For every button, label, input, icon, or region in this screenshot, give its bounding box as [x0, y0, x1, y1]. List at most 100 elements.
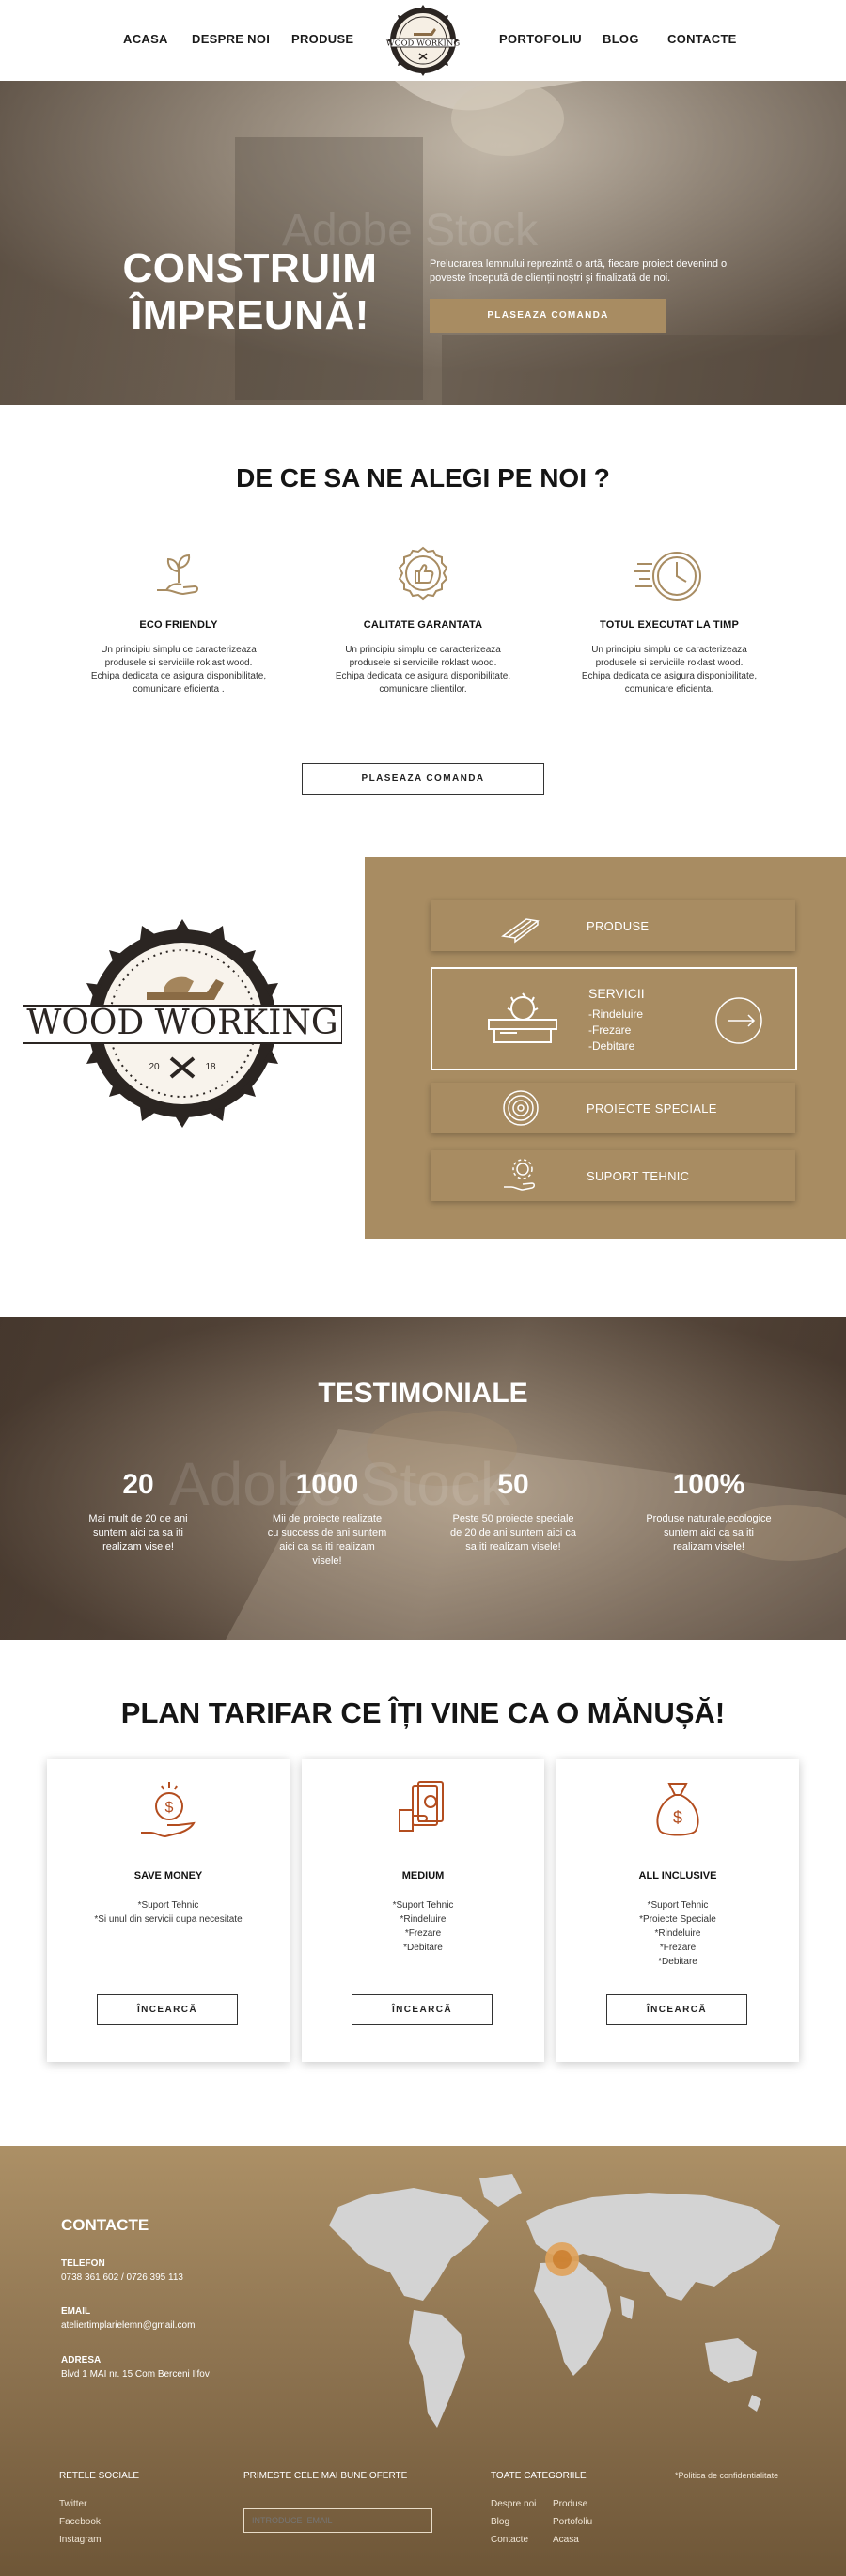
feature-quality: CALITATE GARANTATA Un principiu simplu c…	[320, 543, 526, 696]
footer-link-acasa[interactable]: Acasa	[553, 2535, 579, 2545]
saw-blade-logo-icon: WOOD WORKING	[386, 5, 460, 76]
planks-icon	[501, 918, 540, 944]
money-hand-icon: $	[141, 1782, 196, 1838]
cash-hand-icon	[399, 1781, 444, 1832]
nav-produse[interactable]: PRODUSE	[291, 32, 353, 46]
plan-name: SAVE MONEY	[133, 1870, 203, 1881]
service-suport-tehnic[interactable]: SUPORT TEHNIC	[431, 1150, 795, 1201]
svg-text:$: $	[673, 1808, 682, 1827]
pricing-title: PLAN TARIFAR CE ÎȚI VINE CA O MĂNUȘĂ!	[120, 1696, 726, 1729]
footer-link-despre-noi[interactable]: Despre noi	[491, 2499, 536, 2509]
stat-text: Mii de proiecte realizate cu success de a…	[267, 1513, 387, 1567]
service-sublist: -Rindeluire -Frezare -Debitare	[588, 1007, 643, 1054]
categories-title: TOATE CATEGORIILE	[491, 2471, 587, 2481]
social-twitter-link[interactable]: Twitter	[59, 2499, 86, 2509]
fast-clock-icon	[634, 552, 701, 601]
logo-year-left: 20	[149, 1062, 160, 1072]
pricing-card-save-money: $ SAVE MONEY *Suport Tehnic *Si unul din …	[47, 1759, 290, 2062]
try-plan-button[interactable]: ÎNCEARCĂ	[352, 1994, 493, 2025]
footer-contacts-title: CONTACTE	[61, 2216, 149, 2234]
footer-link-contacte[interactable]: Contacte	[491, 2535, 528, 2545]
header-logo[interactable]: WOOD WORKING	[385, 5, 461, 76]
header-logo-text: WOOD WORKING	[386, 39, 460, 49]
nav-contacte[interactable]: CONTACTE	[667, 32, 737, 46]
hero-banner: Adobe Stock CONSTRUIM ÎMPREUNĂ! Prelucra…	[0, 81, 846, 405]
phone-label: TELEFON	[61, 2258, 105, 2269]
service-sub-item: -Frezare	[588, 1023, 632, 1037]
plan-features: *Suport Tehnic *Proiecte Speciale *Rindelu…	[639, 1900, 716, 1967]
plan-features: *Suport Tehnic *Rindeluire *Frezare *Debita…	[392, 1900, 454, 1953]
large-logo: WOOD WORKING 20 18	[22, 919, 343, 1128]
feature-description: Un principiu simplu ce caracterizeaza pro…	[581, 645, 758, 695]
service-proiecte-speciale[interactable]: PROIECTE SPECIALE	[431, 1083, 795, 1133]
service-servicii[interactable]: SERVICII -Rindeluire -Frezare -Debitare	[431, 967, 797, 1070]
feature-description: Un principiu simplu ce caracterizeaza pro…	[90, 645, 267, 695]
footer: CONTACTE TELEFON 0738 361 602 / 0726 395…	[0, 2146, 846, 2576]
hero-title-line-1: CONSTRUIM	[122, 245, 378, 291]
feature-title: TOTUL EXECUTAT LA TIMP	[599, 619, 739, 631]
hero-title-line-2: ÎMPREUNĂ!	[131, 292, 369, 338]
stat-projects: 1000 Mii de proiecte realizate cu success…	[243, 1469, 412, 1569]
footer-link-portofoliu[interactable]: Portofoliu	[553, 2517, 592, 2527]
plan-name: MEDIUM	[401, 1870, 445, 1881]
address-value: Blvd 1 MAI nr. 15 Com Berceni Ilfov	[61, 2369, 210, 2380]
testimonials-title: TESTIMONIALE	[318, 1378, 528, 1409]
nav-despre-noi[interactable]: DESPRE NOI	[192, 32, 270, 46]
feature-on-time: TOTUL EXECUTAT LA TIMP Un principiu simp…	[566, 543, 773, 696]
top-navigation: ACASA DESPRE NOI PRODUSE WOOD WORKING PO…	[0, 0, 846, 81]
stat-natural: 100% Produse naturale,ecologice suntem ai…	[624, 1469, 793, 1554]
plan-name: ALL INCLUSIVE	[638, 1870, 717, 1881]
why-us-title: DE CE SA NE ALEGI PE NOI ?	[236, 463, 610, 492]
nav-blog[interactable]: BLOG	[603, 32, 639, 46]
feature-eco-friendly: ECO FRIENDLY Un principiu simplu ce cara…	[75, 543, 282, 696]
plant-hand-icon	[157, 554, 198, 596]
privacy-policy-link[interactable]: *Politica de confidentialitate	[675, 2471, 778, 2480]
saw-table-icon	[488, 992, 557, 1043]
nav-portofoliu[interactable]: PORTOFOLIU	[499, 32, 582, 46]
service-produse[interactable]: PRODUSE	[431, 900, 795, 951]
social-instagram-link[interactable]: Instagram	[59, 2535, 101, 2545]
arrow-right-circle-icon[interactable]	[711, 992, 767, 1049]
service-sub-item: -Rindeluire	[588, 1007, 644, 1021]
footer-link-produse[interactable]: Produse	[553, 2499, 588, 2509]
try-plan-button[interactable]: ÎNCEARCĂ	[606, 1994, 747, 2025]
place-order-button[interactable]: PLASEAZA COMANDA	[430, 299, 666, 333]
world-map-image	[329, 2174, 780, 2428]
wood-rings-icon	[503, 1090, 539, 1126]
place-order-outline-button[interactable]: PLASEAZA COMANDA	[302, 763, 544, 795]
nav-acasa[interactable]: ACASA	[123, 32, 168, 46]
service-label: SERVICII	[588, 986, 645, 1001]
phone-value[interactable]: 0738 361 602 / 0726 395 113	[61, 2272, 183, 2283]
hero-title: CONSTRUIM ÎMPREUNĂ!	[118, 245, 382, 339]
stat-number: 20	[122, 1469, 154, 1500]
try-plan-button[interactable]: ÎNCEARCĂ	[97, 1994, 238, 2025]
pricing-card-medium: MEDIUM *Suport Tehnic *Rindeluire *Frezare…	[302, 1759, 544, 2062]
newsletter-title: PRIMESTE CELE MAI BUNE OFERTE	[243, 2471, 408, 2481]
feature-title: CALITATE GARANTATA	[363, 619, 483, 631]
hero-description: Prelucrarea lemnului reprezintă o artă, …	[430, 258, 728, 284]
stat-text: Peste 50 proiecte speciale de 20 de ani s…	[450, 1513, 576, 1553]
service-label: SUPORT TEHNIC	[587, 1169, 690, 1183]
stat-special-projects: 50 Peste 50 proiecte speciale de 20 de an…	[429, 1469, 598, 1554]
email-value[interactable]: ateliertimplarielemn@gmail.com	[61, 2320, 195, 2331]
stat-years: 20 Mai mult de 20 de ani suntem aici ca s…	[54, 1469, 223, 1554]
logo-year-right: 18	[205, 1062, 216, 1072]
stat-number: 50	[497, 1469, 529, 1500]
services-panel: PRODUSE SERVICII -Rindeluire -Frezare -D…	[365, 857, 846, 1239]
service-label: PRODUSE	[587, 919, 650, 933]
money-bag-icon: $	[656, 1783, 699, 1836]
thumbs-up-badge-icon	[398, 546, 448, 601]
feature-title: ECO FRIENDLY	[139, 619, 218, 631]
footer-link-blog[interactable]: Blog	[491, 2517, 509, 2527]
plan-features: *Suport Tehnic *Si unul din servicii dupa…	[94, 1900, 243, 1925]
social-facebook-link[interactable]: Facebook	[59, 2517, 101, 2527]
saw-blade-logo-icon: WOOD WORKING 20 18	[22, 919, 343, 1128]
social-title: RETELE SOCIALE	[59, 2471, 140, 2481]
stat-text: Produse naturale,ecologice suntem aici ca…	[646, 1513, 772, 1553]
feature-description: Un principiu simplu ce caracterizeaza pro…	[335, 645, 511, 695]
address-label: ADRESA	[61, 2355, 102, 2365]
stat-text: Mai mult de 20 de ani suntem aici ca sa i…	[88, 1513, 188, 1553]
service-label: PROIECTE SPECIALE	[587, 1101, 717, 1116]
large-logo-text: WOOD WORKING	[26, 1004, 337, 1042]
newsletter-email-input[interactable]	[243, 2508, 432, 2533]
